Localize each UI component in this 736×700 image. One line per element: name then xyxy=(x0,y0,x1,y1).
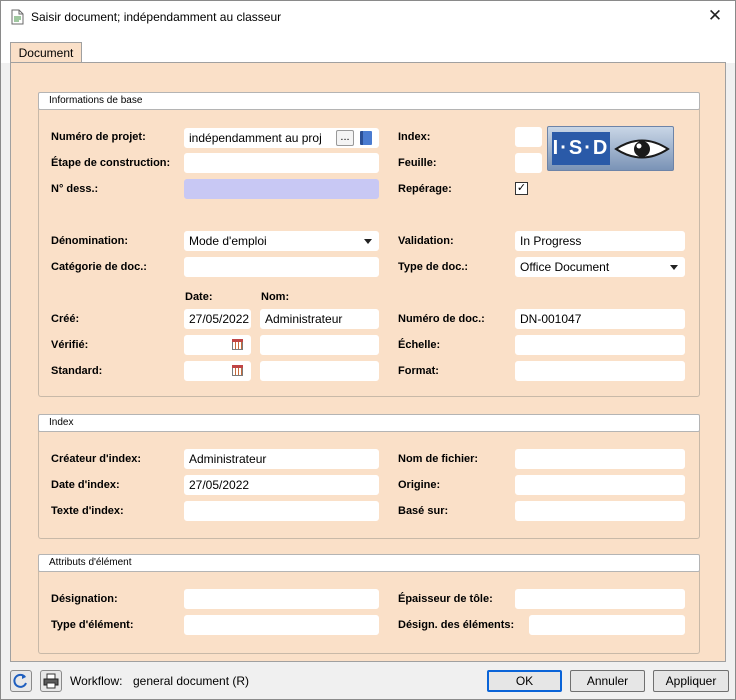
construction-stage-field[interactable] xyxy=(184,153,379,173)
sheet-field[interactable] xyxy=(515,153,542,173)
index-creator-label: Créateur d'index: xyxy=(51,453,142,465)
index-creator-field[interactable]: Administrateur xyxy=(184,449,379,469)
format-label: Format: xyxy=(398,365,439,377)
origin-field[interactable] xyxy=(515,475,685,495)
based-on-field[interactable] xyxy=(515,501,685,521)
marking-checkbox[interactable]: ✓ xyxy=(515,182,528,195)
dialog-footer: Workflow: general document (R) OK Annule… xyxy=(1,663,735,699)
designation-label: Dénomination: xyxy=(51,235,128,247)
doc-number-field[interactable]: DN-001047 xyxy=(515,309,685,329)
element-designation-label: Désignation: xyxy=(51,593,118,605)
isd-logo-text: I·S·D xyxy=(552,132,610,165)
group-header-index: Index xyxy=(38,414,700,432)
created-label: Créé: xyxy=(51,313,80,325)
sheet-thickness-field[interactable] xyxy=(515,589,685,609)
print-button[interactable] xyxy=(40,670,62,692)
doc-type-label: Type de doc.: xyxy=(398,261,469,273)
sheet-thickness-label: Épaisseur de tôle: xyxy=(398,593,493,605)
marking-label: Repérage: xyxy=(398,183,452,195)
dialog-window: Saisir document; indépendamment au class… xyxy=(0,0,736,700)
sheet-label: Feuille: xyxy=(398,157,437,169)
refresh-button[interactable] xyxy=(10,670,32,692)
print-icon xyxy=(43,673,59,689)
index-date-label: Date d'index: xyxy=(51,479,120,491)
project-number-label: Numéro de projet: xyxy=(51,131,146,143)
refresh-icon xyxy=(13,673,27,688)
validation-label: Validation: xyxy=(398,235,454,247)
book-icon[interactable] xyxy=(360,131,372,145)
group-body-element-attributes xyxy=(38,571,700,654)
ok-button[interactable]: OK xyxy=(487,670,562,692)
created-name-field[interactable]: Administrateur xyxy=(260,309,379,329)
scale-field[interactable] xyxy=(515,335,685,355)
filename-field[interactable] xyxy=(515,449,685,469)
index-text-field[interactable] xyxy=(184,501,379,521)
doc-type-dropdown[interactable]: Office Document xyxy=(515,257,685,277)
standard-date-field[interactable] xyxy=(184,361,251,381)
apply-button[interactable]: Appliquer xyxy=(653,670,729,692)
index-field[interactable] xyxy=(515,127,542,147)
drawing-number-label: N° dess.: xyxy=(51,183,99,195)
index-text-label: Texte d'index: xyxy=(51,505,124,517)
chevron-down-icon xyxy=(670,265,678,270)
project-number-field[interactable]: indépendamment au proj ... xyxy=(184,128,379,148)
designation-dropdown[interactable]: Mode d'emploi xyxy=(184,231,379,251)
doc-category-field[interactable] xyxy=(184,257,379,277)
doc-type-value: Office Document xyxy=(520,260,610,274)
close-icon[interactable]: ✕ xyxy=(703,4,727,28)
cancel-button[interactable]: Annuler xyxy=(570,670,645,692)
eye-icon xyxy=(614,139,670,159)
tab-strip: Document xyxy=(1,33,735,64)
browse-button[interactable]: ... xyxy=(336,130,354,146)
drawing-number-field[interactable] xyxy=(184,179,379,199)
document-icon xyxy=(11,9,24,25)
element-names-label: Désign. des éléments: xyxy=(398,619,515,631)
origin-label: Origine: xyxy=(398,479,441,491)
isd-logo: I·S·D xyxy=(547,126,674,171)
index-label: Index: xyxy=(398,131,431,143)
created-date-field[interactable]: 27/05/2022 xyxy=(184,309,251,329)
date-column-header: Date: xyxy=(185,291,213,303)
element-type-label: Type d'élément: xyxy=(51,619,134,631)
name-column-header: Nom: xyxy=(261,291,290,303)
scale-label: Échelle: xyxy=(398,339,441,351)
group-header-basic-info: Informations de base xyxy=(38,92,700,110)
calendar-icon[interactable] xyxy=(232,365,243,376)
validation-field[interactable]: In Progress xyxy=(515,231,685,251)
chevron-down-icon xyxy=(364,239,372,244)
standard-name-field[interactable] xyxy=(260,361,379,381)
checked-date-field[interactable] xyxy=(184,335,251,355)
element-names-field[interactable] xyxy=(529,615,685,635)
window-title: Saisir document; indépendamment au class… xyxy=(31,10,282,24)
checked-label: Vérifié: xyxy=(51,339,89,351)
doc-number-label: Numéro de doc.: xyxy=(398,313,485,325)
filename-label: Nom de fichier: xyxy=(398,453,479,465)
format-field[interactable] xyxy=(515,361,685,381)
workflow-value: general document (R) xyxy=(133,674,250,688)
standard-label: Standard: xyxy=(51,365,103,377)
index-date-field[interactable]: 27/05/2022 xyxy=(184,475,379,495)
construction-stage-label: Étape de construction: xyxy=(51,157,171,169)
element-type-field[interactable] xyxy=(184,615,379,635)
workflow-label: Workflow: xyxy=(70,674,123,688)
tab-document[interactable]: Document xyxy=(10,42,82,64)
group-header-element-attributes: Attributs d'élément xyxy=(38,554,700,572)
element-designation-field[interactable] xyxy=(184,589,379,609)
project-number-value: indépendamment au proj xyxy=(189,131,322,145)
doc-category-label: Catégorie de doc.: xyxy=(51,261,147,273)
designation-value: Mode d'emploi xyxy=(189,234,267,248)
title-bar: Saisir document; indépendamment au class… xyxy=(1,1,735,33)
calendar-icon[interactable] xyxy=(232,339,243,350)
based-on-label: Basé sur: xyxy=(398,505,449,517)
checked-name-field[interactable] xyxy=(260,335,379,355)
